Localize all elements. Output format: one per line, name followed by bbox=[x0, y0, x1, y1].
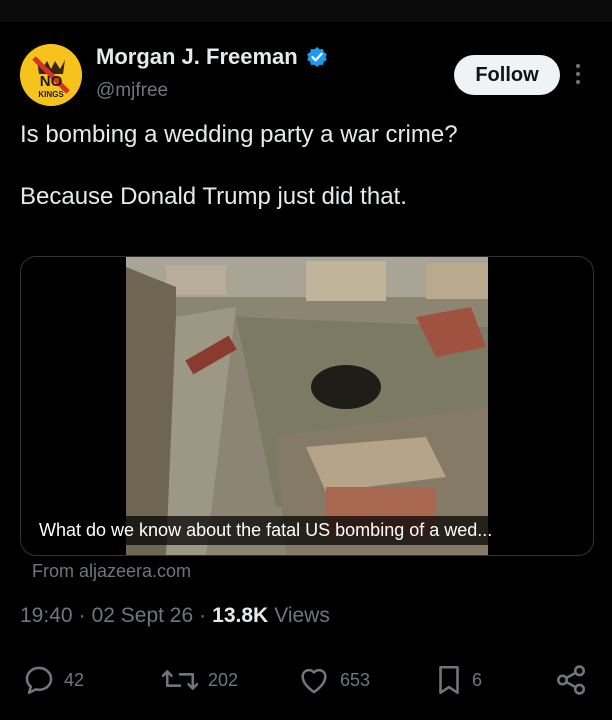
no-kings-logo-icon: NO KINGS bbox=[20, 44, 82, 106]
repost-icon bbox=[161, 670, 199, 690]
like-button[interactable]: 653 bbox=[296, 660, 370, 700]
reply-count: 42 bbox=[64, 669, 85, 690]
author-name-row: Morgan J. Freeman bbox=[96, 44, 328, 70]
svg-text:NO: NO bbox=[40, 73, 63, 90]
meta-separator: · bbox=[78, 604, 86, 627]
follow-button[interactable]: Follow bbox=[454, 55, 560, 95]
heart-icon bbox=[301, 668, 327, 694]
card-caption: What do we know about the fatal US bombi… bbox=[31, 516, 501, 545]
bookmark-icon bbox=[439, 665, 459, 695]
avatar[interactable]: NO KINGS bbox=[20, 44, 82, 106]
tweet-meta: 19:40 · 02 Sept 26 · 13.8K Views bbox=[20, 604, 330, 628]
tweet-time[interactable]: 19:40 bbox=[20, 604, 73, 628]
meta-separator: · bbox=[199, 604, 207, 627]
share-button[interactable] bbox=[554, 660, 588, 700]
action-bar: 42 202 653 6 bbox=[0, 660, 612, 700]
tweet-paragraph: Because Donald Trump just did that. bbox=[20, 183, 407, 210]
top-bar bbox=[0, 0, 612, 22]
tweet-paragraph: Is bombing a wedding party a war crime? bbox=[20, 121, 458, 148]
bookmark-count: 6 bbox=[472, 669, 483, 690]
author-name[interactable]: Morgan J. Freeman bbox=[96, 44, 298, 70]
repost-button[interactable]: 202 bbox=[160, 660, 238, 700]
bookmark-button[interactable]: 6 bbox=[434, 660, 482, 700]
card-source[interactable]: From aljazeera.com bbox=[32, 561, 191, 582]
verified-badge-icon bbox=[306, 47, 327, 67]
card-image[interactable] bbox=[126, 257, 488, 555]
reply-button[interactable]: 42 bbox=[22, 660, 84, 700]
link-card[interactable]: What do we know about the fatal US bombi… bbox=[20, 256, 594, 556]
like-count: 653 bbox=[340, 669, 371, 690]
views-label: Views bbox=[274, 604, 330, 627]
author-handle[interactable]: @mjfree bbox=[96, 80, 168, 102]
share-icon bbox=[556, 665, 586, 695]
tweet-text: Is bombing a wedding party a war crime? … bbox=[20, 120, 590, 212]
svg-text:KINGS: KINGS bbox=[38, 90, 64, 99]
repost-count: 202 bbox=[208, 669, 239, 690]
tweet-date[interactable]: 02 Sept 26 bbox=[92, 604, 194, 628]
reply-icon bbox=[25, 666, 53, 695]
more-options-icon[interactable] bbox=[572, 60, 584, 90]
views-count: 13.8K bbox=[212, 604, 269, 627]
